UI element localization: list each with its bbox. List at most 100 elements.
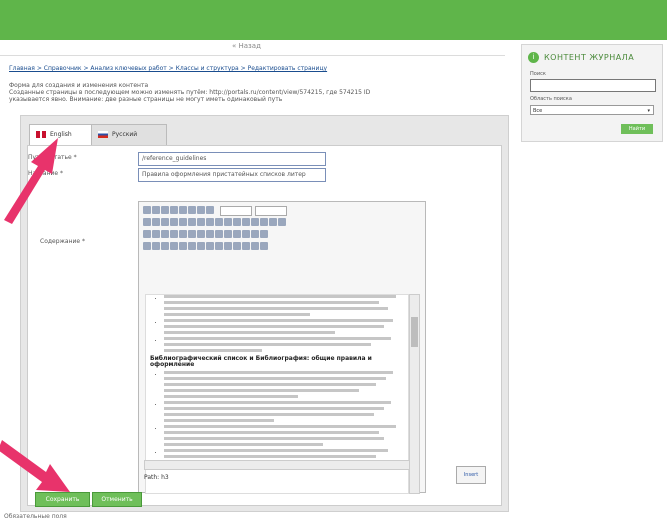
undo-icon[interactable] — [206, 218, 214, 226]
merge-cells-icon[interactable] — [215, 230, 223, 238]
table-icon[interactable] — [143, 230, 151, 238]
paragraph-icon[interactable] — [251, 242, 259, 250]
insert-button[interactable]: Insert — [456, 466, 486, 484]
find-icon[interactable] — [188, 242, 196, 250]
path-input[interactable]: /reference_guidelines — [138, 152, 326, 166]
cell-props-icon[interactable] — [161, 230, 169, 238]
special-char-icon[interactable] — [260, 230, 268, 238]
cut-icon[interactable] — [143, 218, 151, 226]
delete-row-icon[interactable] — [179, 230, 187, 238]
remove-format-icon[interactable] — [233, 230, 241, 238]
required-fields-note: Обязательные поля — [4, 513, 67, 520]
align-center-icon[interactable] — [188, 206, 196, 214]
help-line-3: указывается явно. Внимание: две разные с… — [9, 96, 283, 103]
paste-icon[interactable] — [161, 218, 169, 226]
top-bar — [0, 0, 667, 40]
journal-content-sidebar: i КОНТЕНТ ЖУРНАЛА Поиск Область поиска В… — [521, 44, 663, 142]
cite-icon[interactable] — [233, 242, 241, 250]
pagebreak-icon[interactable] — [260, 242, 268, 250]
editor-vertical-scrollbar[interactable] — [409, 294, 420, 494]
anchor-icon[interactable] — [242, 218, 250, 226]
title-input[interactable]: Правила оформления пристатейных списков … — [138, 168, 326, 182]
help-line-2: Созданные страницы в последующем можно и… — [9, 89, 371, 96]
image-icon[interactable] — [251, 218, 259, 226]
split-cells-icon[interactable] — [206, 230, 214, 238]
content-label: Содержание * — [40, 238, 86, 245]
media-icon[interactable] — [152, 242, 160, 250]
superscript-icon[interactable] — [251, 230, 259, 238]
spellcheck-icon[interactable] — [206, 242, 214, 250]
editor-status-path: Path: h3 — [144, 474, 169, 481]
ltr-icon[interactable] — [215, 242, 223, 250]
list-item — [164, 295, 408, 316]
pointer-arrow-icon — [4, 138, 58, 224]
preview-icon[interactable] — [161, 242, 169, 250]
rich-text-editor[interactable]: Библиографический список и Библиография:… — [138, 201, 426, 494]
replace-icon[interactable] — [197, 242, 205, 250]
bold-icon[interactable] — [143, 206, 151, 214]
fullscreen-icon[interactable] — [170, 242, 178, 250]
justify-icon[interactable] — [206, 206, 214, 214]
delete-col-icon[interactable] — [197, 230, 205, 238]
tab-russian[interactable]: Русский — [91, 124, 167, 145]
align-right-icon[interactable] — [197, 206, 205, 214]
tab-russian-label: Русский — [112, 131, 138, 138]
text-color-icon[interactable] — [269, 218, 277, 226]
insert-col-icon[interactable] — [188, 230, 196, 238]
code-icon[interactable] — [260, 218, 268, 226]
editor-toolbar-row-1 — [143, 206, 290, 216]
copy-icon[interactable] — [152, 218, 160, 226]
font-select[interactable] — [255, 206, 288, 216]
content-list-top — [146, 295, 408, 352]
scroll-thumb[interactable] — [411, 317, 418, 347]
subscript-icon[interactable] — [242, 230, 250, 238]
help-text: Форма для создания и изменения контента … — [9, 82, 504, 103]
cancel-button[interactable]: Отменить — [92, 492, 142, 507]
numbered-list-icon[interactable] — [179, 218, 187, 226]
search-label: Поиск — [530, 71, 546, 77]
info-icon: i — [528, 52, 539, 63]
bullet-list-icon[interactable] — [170, 218, 178, 226]
sidebar-title: КОНТЕНТ ЖУРНАЛА — [544, 53, 635, 62]
format-select[interactable] — [220, 206, 253, 216]
redo-icon[interactable] — [215, 218, 223, 226]
underline-icon[interactable] — [161, 206, 169, 214]
abbr-icon[interactable] — [242, 242, 250, 250]
filter-label: Область поиска — [530, 96, 572, 102]
link-icon[interactable] — [224, 218, 232, 226]
align-left-icon[interactable] — [179, 206, 187, 214]
list-item — [164, 401, 408, 422]
editor-toolbar-row-4 — [143, 242, 269, 251]
russia-flag-icon — [98, 131, 108, 138]
strikethrough-icon[interactable] — [170, 206, 178, 214]
help-line-1: Форма для создания и изменения контента — [9, 82, 149, 89]
print-icon[interactable] — [179, 242, 187, 250]
breadcrumb[interactable]: Главная > Справочник > Анализ ключевых р… — [9, 65, 327, 72]
italic-icon[interactable] — [152, 206, 160, 214]
divider — [0, 55, 505, 56]
form-card: Путь к статье * /reference_guidelines На… — [27, 145, 502, 506]
find-button[interactable]: Найти — [621, 124, 653, 134]
list-item — [164, 449, 408, 458]
filter-select[interactable]: Все ▾ — [530, 105, 654, 115]
unlink-icon[interactable] — [233, 218, 241, 226]
emoticon-icon[interactable] — [143, 242, 151, 250]
chevron-down-icon: ▾ — [647, 108, 650, 114]
editor-horizontal-scrollbar[interactable] — [144, 460, 410, 470]
indent-icon[interactable] — [197, 218, 205, 226]
editor-toolbar-row-3 — [143, 230, 269, 239]
edit-panel: English Русский Путь к статье * /referen… — [20, 115, 509, 512]
outdent-icon[interactable] — [188, 218, 196, 226]
filter-select-value: Все — [533, 108, 543, 114]
hr-icon[interactable] — [224, 230, 232, 238]
row-props-icon[interactable] — [152, 230, 160, 238]
list-item — [164, 425, 408, 446]
insert-row-icon[interactable] — [170, 230, 178, 238]
list-item — [164, 371, 408, 398]
content-heading: Библиографический список и Библиография:… — [150, 355, 372, 368]
editor-toolbar-row-2 — [143, 218, 287, 227]
rtl-icon[interactable] — [224, 242, 232, 250]
search-input[interactable] — [530, 79, 656, 92]
back-link[interactable]: « Назад — [232, 42, 261, 50]
bg-color-icon[interactable] — [278, 218, 286, 226]
